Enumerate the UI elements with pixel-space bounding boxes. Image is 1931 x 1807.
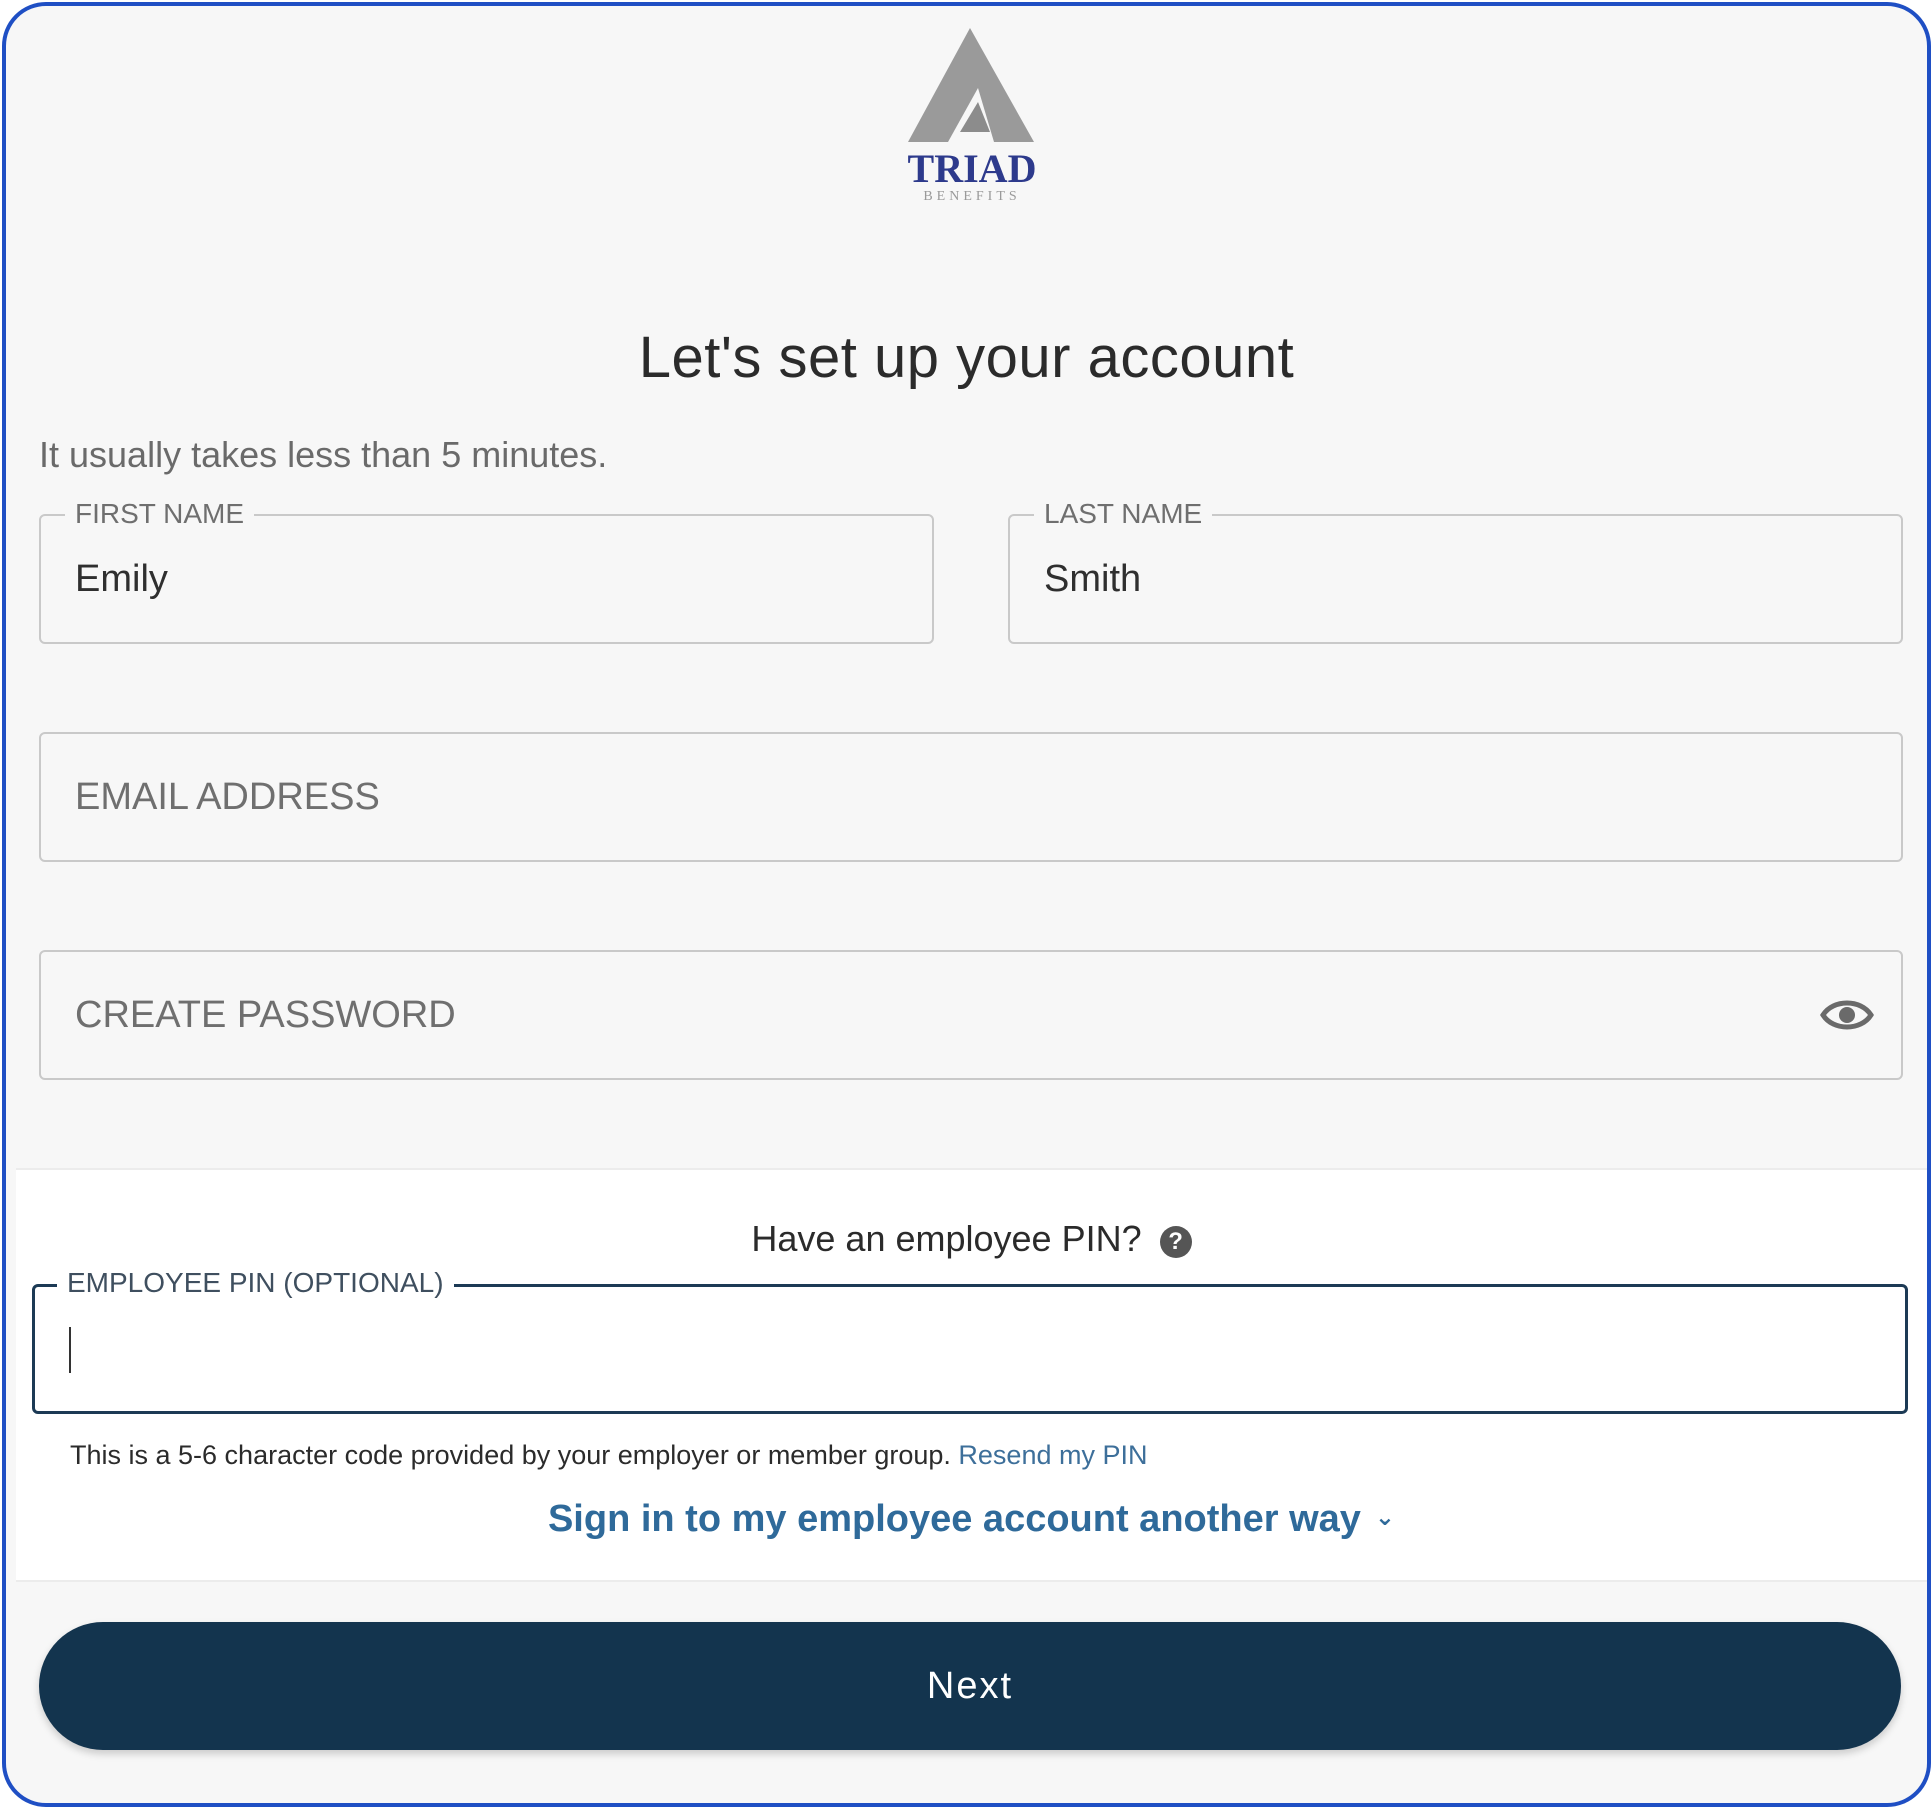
email-placeholder: EMAIL ADDRESS <box>75 775 380 818</box>
pin-heading-text: Have an employee PIN? <box>751 1218 1142 1259</box>
last-name-field[interactable]: LAST NAME Smith <box>1008 496 1903 644</box>
employee-pin-label: EMPLOYEE PIN (OPTIONAL) <box>57 1265 454 1301</box>
email-field[interactable]: EMAIL ADDRESS <box>39 732 1903 862</box>
password-placeholder: CREATE PASSWORD <box>75 993 456 1036</box>
chevron-down-icon: ⌄ <box>1374 1504 1396 1531</box>
logo-tagline: BENEFITS <box>923 189 1020 204</box>
page-title: Let's set up your account <box>638 325 1295 390</box>
first-name-value[interactable]: Emily <box>75 516 168 642</box>
alt-signin-label[interactable]: Sign in to my employee account another w… <box>548 1498 1361 1540</box>
logo-triangle-icon: TRIAD BENEFITS <box>908 28 1037 204</box>
employee-pin-panel: Have an employee PIN?? EMPLOYEE PIN (OPT… <box>16 1168 1927 1582</box>
eye-icon[interactable] <box>1819 995 1875 1035</box>
triad-benefits-logo: TRIAD BENEFITS <box>886 24 1066 214</box>
signup-window: TRIAD BENEFITS Let's set up your account… <box>2 2 1931 1807</box>
first-name-field[interactable]: FIRST NAME Emily <box>39 496 934 644</box>
last-name-value[interactable]: Smith <box>1044 516 1141 642</box>
text-caret <box>69 1327 71 1373</box>
alt-signin-link[interactable]: Sign in to my employee account another w… <box>16 1498 1927 1541</box>
question-circle-icon[interactable]: ? <box>1159 1226 1192 1258</box>
pin-help-text: This is a 5-6 character code provided by… <box>70 1440 1148 1471</box>
password-field[interactable]: CREATE PASSWORD <box>39 950 1903 1080</box>
page-subtitle: It usually takes less than 5 minutes. <box>39 434 608 475</box>
pin-help-description: This is a 5-6 character code provided by… <box>70 1440 951 1470</box>
employee-pin-input[interactable]: EMPLOYEE PIN (OPTIONAL) <box>32 1265 1908 1414</box>
pin-heading: Have an employee PIN?? <box>16 1218 1927 1260</box>
next-button[interactable]: Next <box>39 1622 1901 1750</box>
resend-pin-link[interactable]: Resend my PIN <box>958 1440 1147 1470</box>
logo-name: TRIAD <box>908 146 1037 191</box>
